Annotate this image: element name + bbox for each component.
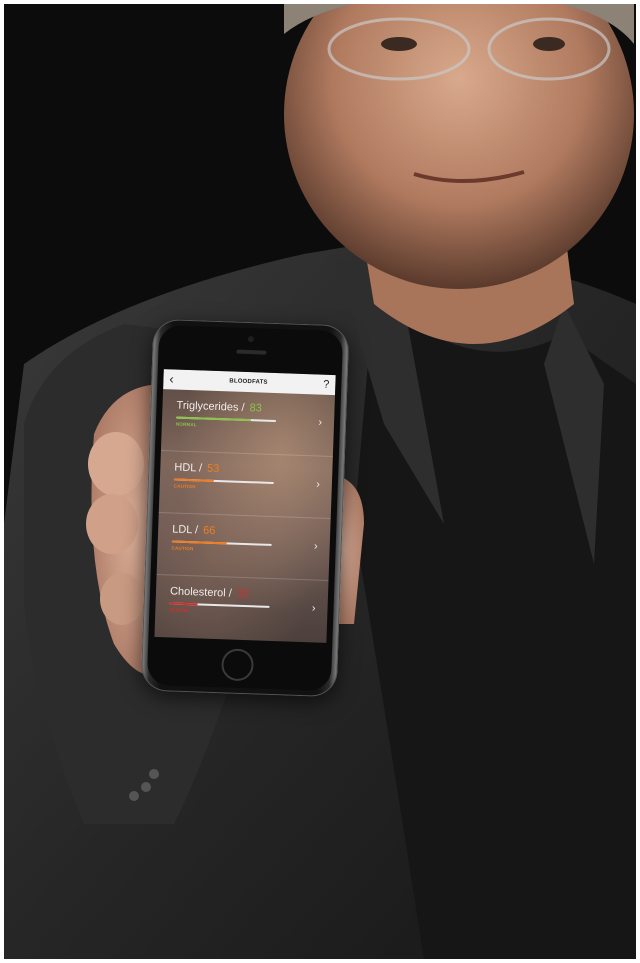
screen-title: BLOODFATS bbox=[229, 378, 268, 386]
status-label: SEVERE bbox=[169, 607, 189, 614]
chevron-left-icon[interactable]: ‹ bbox=[169, 369, 174, 389]
metric-name: HDL bbox=[174, 461, 197, 475]
status-label: NORMAL bbox=[175, 421, 197, 428]
separator: / bbox=[191, 524, 202, 537]
row-label: HDL / 53 bbox=[174, 462, 322, 479]
chevron-right-icon: › bbox=[318, 416, 323, 429]
metric-name: LDL bbox=[171, 523, 193, 537]
chevron-right-icon: › bbox=[313, 540, 318, 553]
chevron-right-icon: › bbox=[315, 478, 321, 491]
photo: ‹ BLOODFATS ? Triglycerides / 83 NORMAL … bbox=[4, 4, 636, 959]
row-label: LDL / 66 bbox=[172, 523, 320, 540]
separator: / bbox=[238, 401, 248, 415]
level-fill bbox=[169, 602, 198, 606]
level-fill bbox=[176, 416, 252, 422]
metric-value: 83 bbox=[249, 402, 263, 415]
smartphone: ‹ BLOODFATS ? Triglycerides / 83 NORMAL … bbox=[140, 318, 350, 698]
status-label: CAUTION bbox=[171, 545, 194, 552]
level-fill bbox=[171, 540, 227, 545]
row-label: Cholesterol / 32 bbox=[170, 585, 318, 602]
separator: / bbox=[195, 462, 206, 475]
list-item[interactable]: LDL / 66 CAUTION › bbox=[156, 512, 331, 581]
chevron-right-icon: › bbox=[311, 602, 316, 615]
list-item[interactable]: Triglycerides / 83 NORMAL › bbox=[160, 389, 335, 458]
app-screen: ‹ BLOODFATS ? Triglycerides / 83 NORMAL … bbox=[154, 369, 336, 643]
metric-name: Cholesterol bbox=[169, 585, 226, 600]
list-item[interactable]: HDL / 53 CAUTION › bbox=[158, 451, 333, 519]
metric-value: 66 bbox=[202, 524, 216, 537]
metric-name: Triglycerides bbox=[176, 399, 239, 414]
separator: / bbox=[225, 587, 236, 600]
status-label: CAUTION bbox=[173, 483, 196, 490]
row-label: Triglycerides / 83 bbox=[176, 400, 324, 417]
list-item[interactable]: Cholesterol / 32 SEVERE › bbox=[154, 575, 328, 643]
metric-value: 53 bbox=[206, 462, 220, 476]
metric-value: 32 bbox=[236, 587, 250, 601]
help-button[interactable]: ? bbox=[323, 379, 330, 391]
level-fill bbox=[173, 478, 214, 482]
